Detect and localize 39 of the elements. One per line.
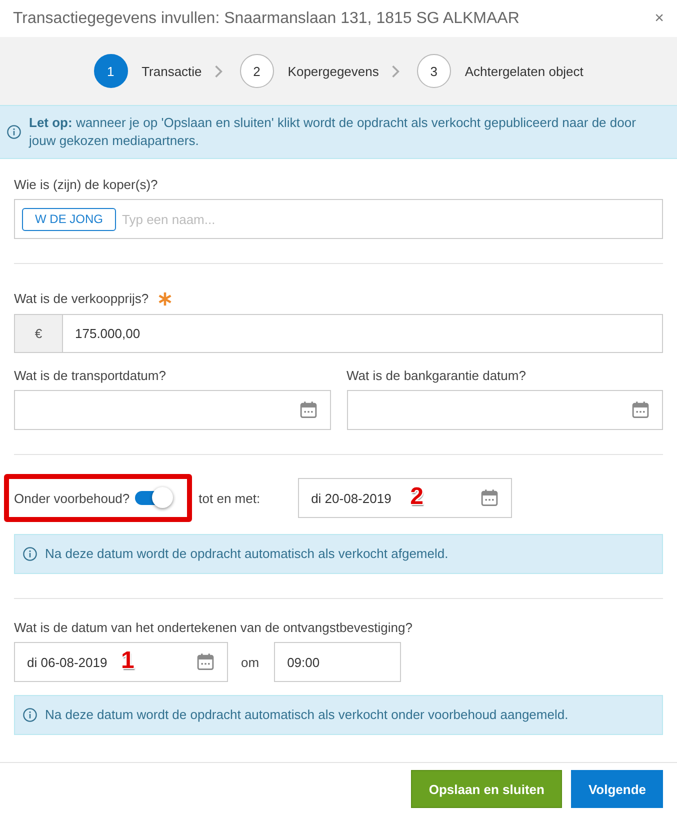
field-label: Wat is de verkoopprijs?	[14, 290, 149, 308]
alert-text: Na deze datum wordt de opdracht automatisch als verkocht onder voorbehoud aangemeld.	[45, 706, 568, 724]
calendar-icon[interactable]	[481, 489, 498, 506]
step-circle[interactable]: 3	[416, 54, 451, 88]
info-icon	[7, 125, 21, 139]
callout-number: 2	[410, 485, 424, 509]
close-button[interactable]: ×	[650, 10, 668, 28]
calendar-icon[interactable]	[197, 653, 214, 670]
step-circle[interactable]: 1	[94, 54, 128, 88]
callout-number: 1	[121, 649, 134, 673]
field-label: Wat is de bankgarantie datum?	[346, 367, 527, 385]
field-label: om	[241, 654, 260, 670]
window-title: Transactiegegevens invullen: Snaarmanslaan 131, 1815 SG ALKMAAR	[13, 10, 520, 28]
calendar-icon[interactable]	[632, 401, 649, 418]
step-label[interactable]: Transactie	[142, 64, 202, 78]
field-label: Wat is de transportdatum?	[14, 367, 167, 385]
field-label: tot en met:	[198, 490, 260, 506]
name-tag[interactable]: W DE JONG	[22, 208, 116, 230]
chevron-right-icon	[390, 64, 400, 78]
info-icon	[23, 547, 37, 561]
buyer-field[interactable]: W DE JONG Typ een naam...	[14, 199, 663, 239]
step-label[interactable]: Kopergegevens	[288, 64, 379, 78]
currency-addon: €	[14, 314, 63, 353]
toggle-switch[interactable]	[134, 487, 174, 509]
field-label: Wie is (zijn) de koper(s)?	[14, 176, 159, 194]
alert-text: Let op: wanneer je op 'Opslaan en sluiten' klikt wordt de opdracht als verkocht gepubliceerd naar de door jouw gekozen mediapartners.	[29, 114, 637, 150]
date-field[interactable]	[14, 390, 330, 430]
field-label: Wat is de datum van het ondertekenen van de ontvangstbevestiging?	[14, 619, 414, 637]
step-label[interactable]: Achtergelaten object	[464, 64, 584, 78]
calendar-icon[interactable]	[300, 401, 316, 418]
step-circle[interactable]: 2	[240, 54, 274, 88]
price-input[interactable]: 175.000,00	[63, 314, 663, 353]
chevron-right-icon	[214, 64, 223, 78]
next-button[interactable]: Volgende	[571, 770, 663, 808]
toggle-label: Onder voorbehoud?	[14, 490, 130, 506]
time-input[interactable]: 09:00	[274, 642, 402, 682]
alert-text: Na deze datum wordt de opdracht automatisch als verkocht afgemeld.	[45, 545, 448, 563]
info-icon	[23, 708, 37, 722]
date-field[interactable]	[346, 390, 663, 430]
